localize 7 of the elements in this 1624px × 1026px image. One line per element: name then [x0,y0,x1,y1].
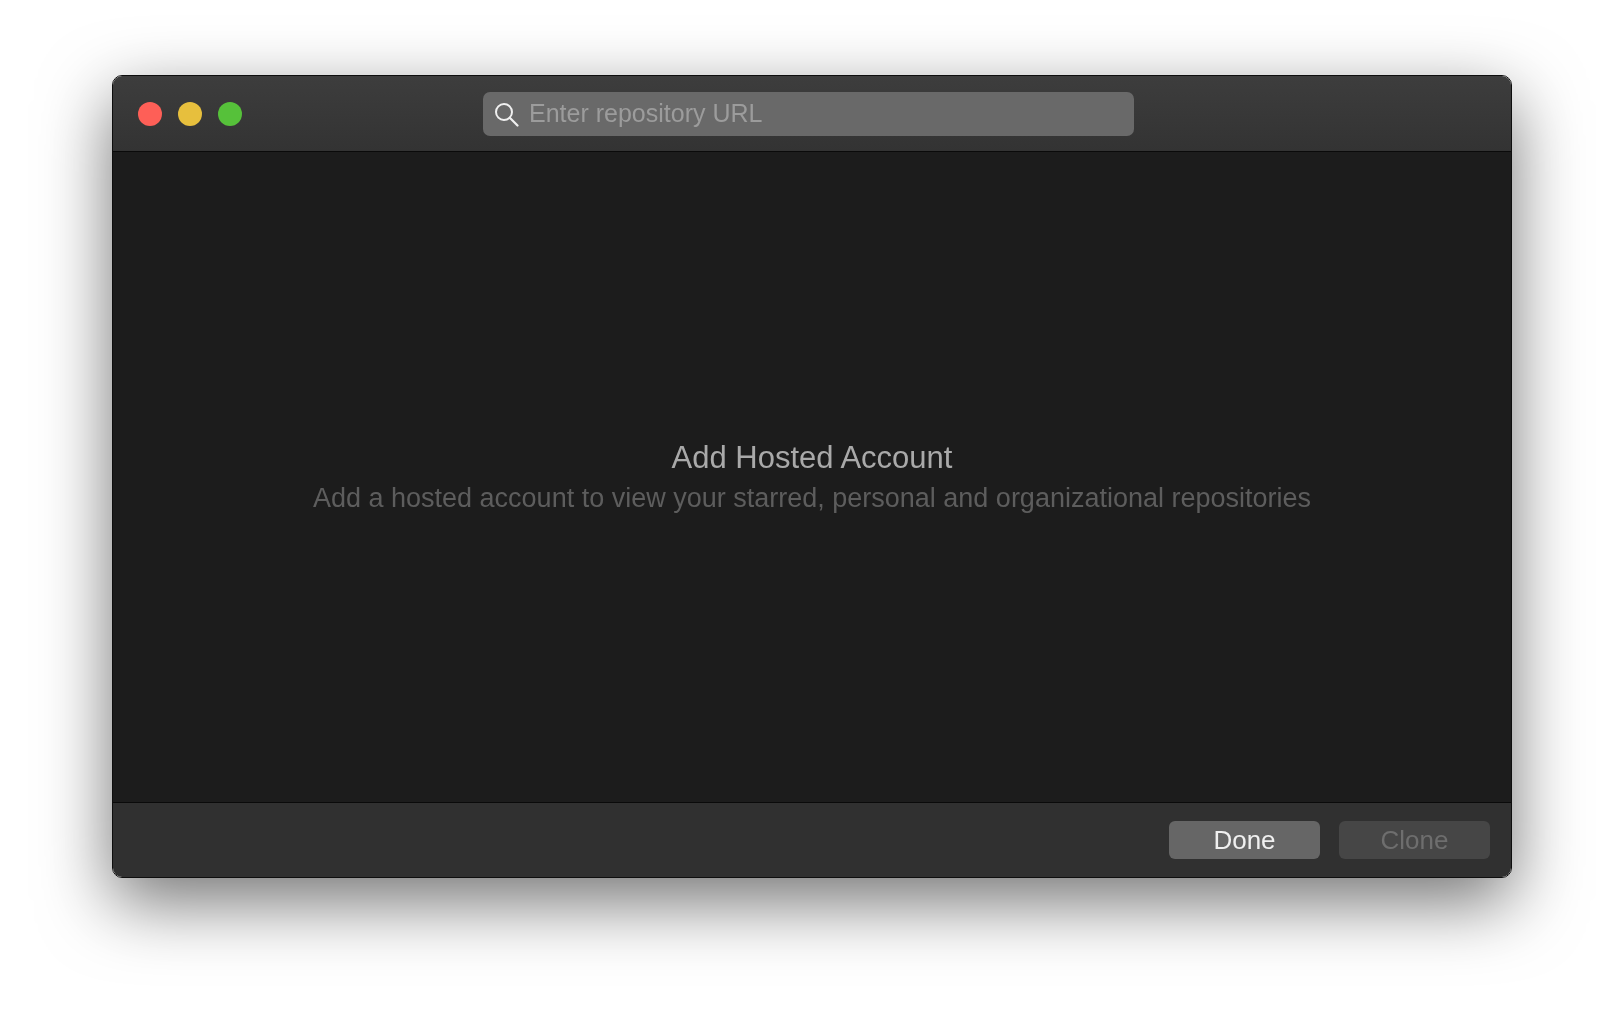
empty-state-title: Add Hosted Account [671,440,953,476]
search-icon [494,101,519,127]
zoom-icon[interactable] [218,101,242,126]
empty-state-message: Add a hosted account to view your starred, personal and organizational repositories [312,482,1312,514]
close-icon[interactable] [138,101,162,126]
minimize-icon[interactable] [178,101,202,126]
footer-button[interactable]: Done [1169,821,1320,859]
